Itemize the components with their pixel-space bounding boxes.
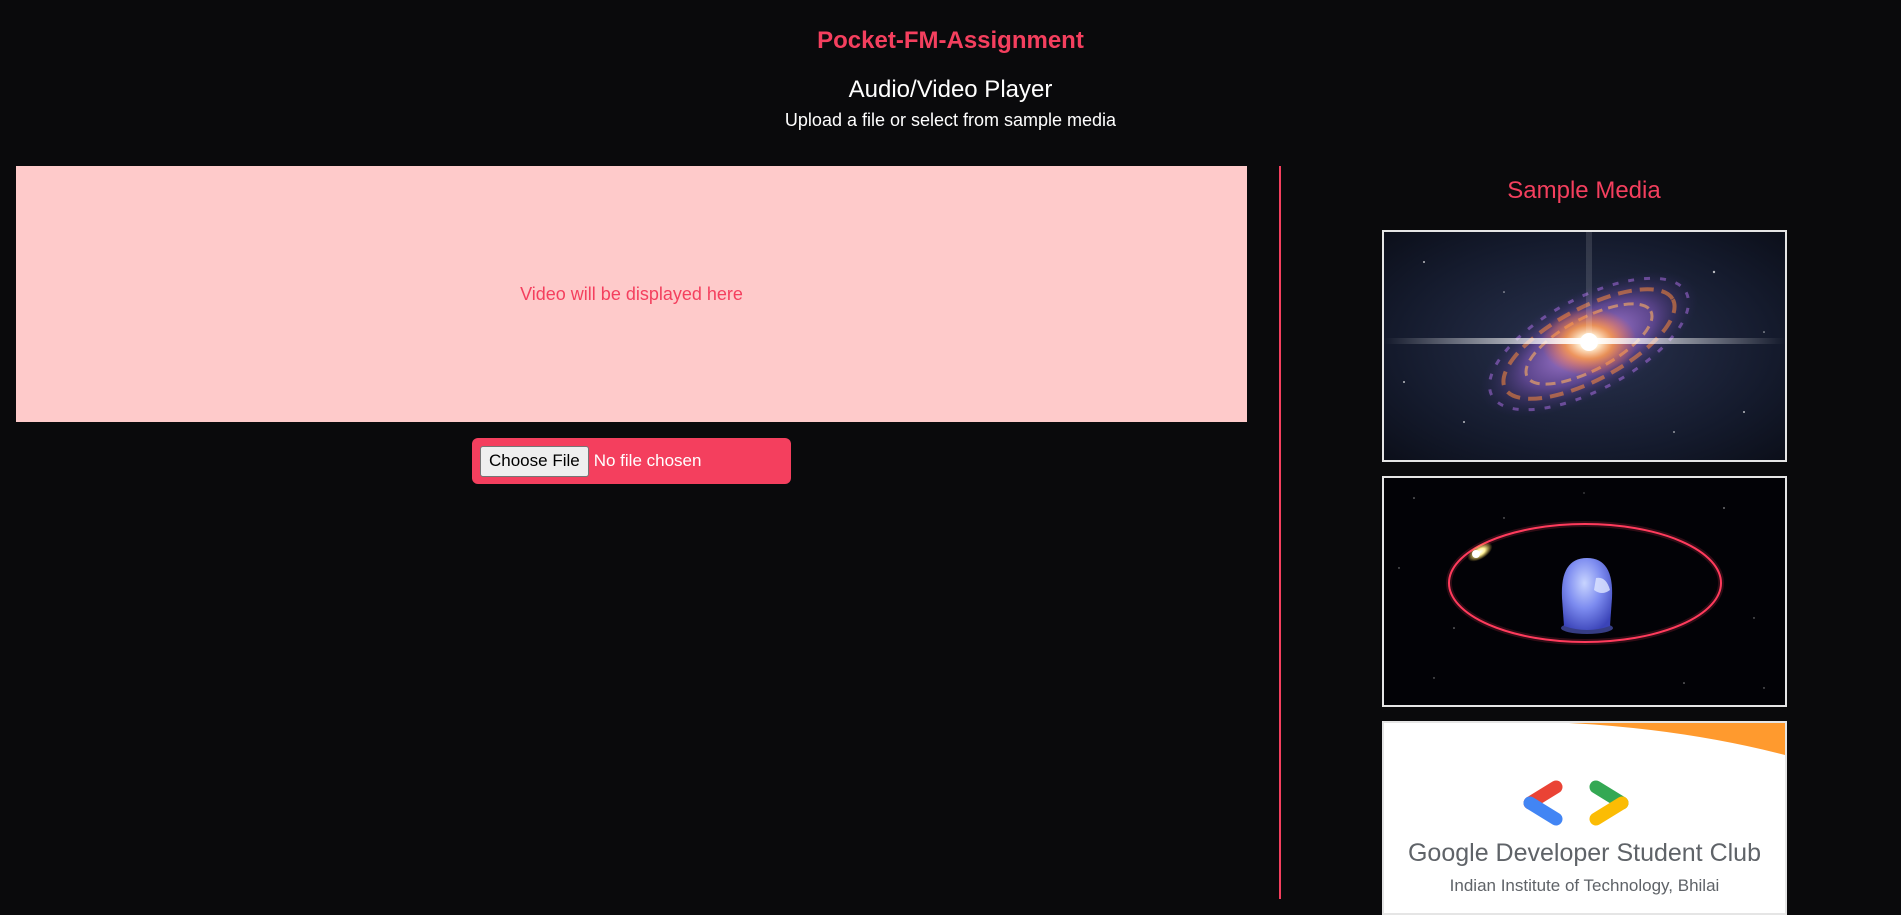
sample-media-orbit[interactable] [1382,476,1787,707]
page-subtitle: Upload a file or select from sample medi… [784,110,1117,130]
page-title: Audio/Video Player [848,76,1053,103]
galaxy-thumbnail-image [1384,232,1785,460]
gdsc-name: Google Developer Student Club [1407,839,1761,867]
file-status: No file chosen [593,451,702,470]
sample-media-gdsc[interactable]: Google Developer Student Club Indian Ins… [1382,721,1787,915]
gdsc-org: Indian Institute of Technology, Bhilai [1449,876,1720,895]
app-title: Pocket-FM-Assignment [817,27,1084,54]
orbit-thumbnail-image [1384,478,1785,705]
video-player-area[interactable]: Video will be displayed here [16,166,1247,422]
file-upload-input[interactable]: Choose File No file chosen [472,438,791,484]
vertical-divider [1279,166,1281,899]
sidebar-title: Sample Media [1507,177,1661,204]
sample-media-galaxy[interactable] [1382,230,1787,462]
choose-file-button[interactable]: Choose File [480,445,589,477]
player-placeholder: Video will be displayed here [520,283,743,304]
